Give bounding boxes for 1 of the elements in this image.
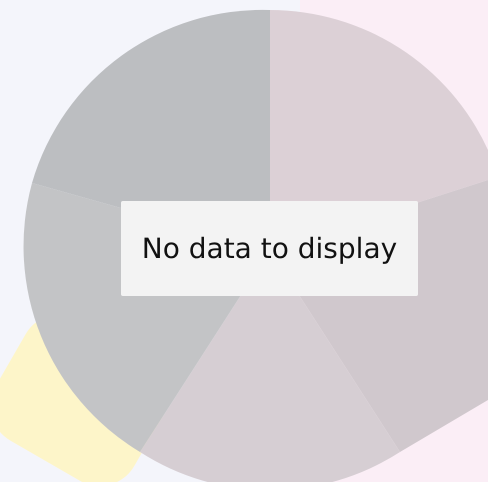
no-data-message: No data to display: [121, 201, 418, 296]
